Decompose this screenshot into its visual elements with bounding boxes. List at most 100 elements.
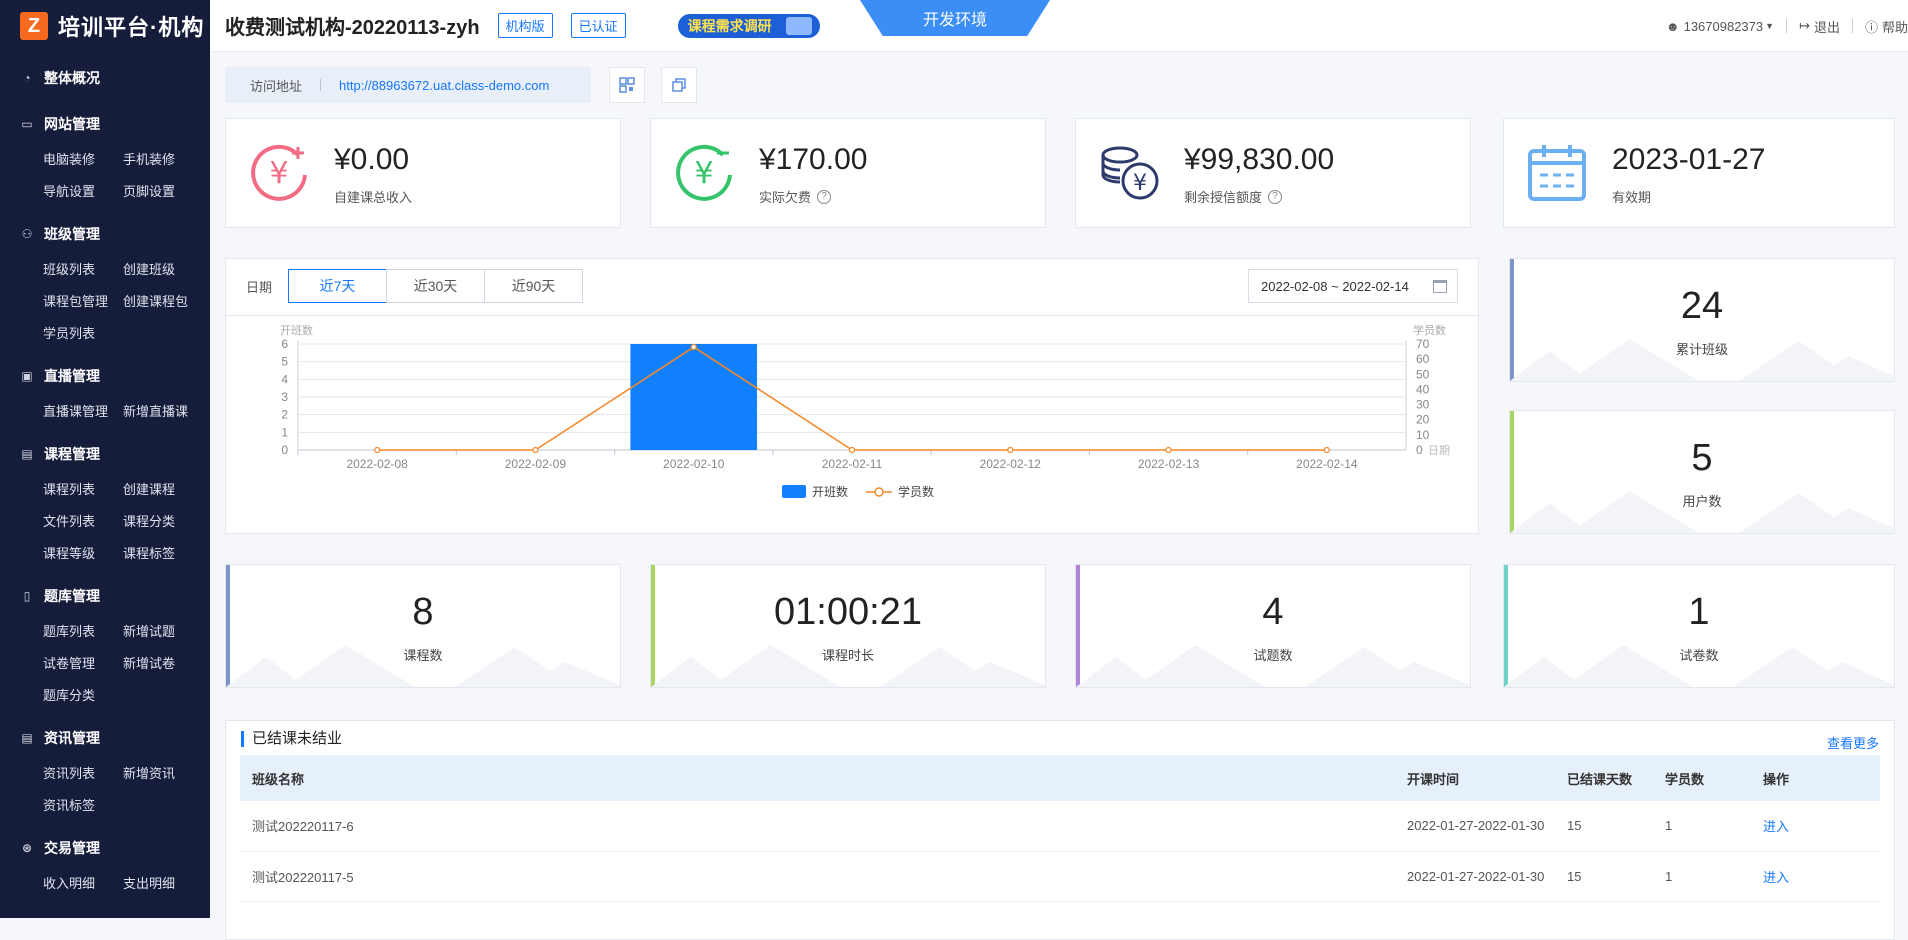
menu-group-title[interactable]: ▯ 题库管理: [0, 576, 210, 616]
sidebar-item[interactable]: 新增试题: [123, 616, 203, 648]
user-count-label: 用户数: [1682, 494, 1722, 509]
calendar-icon: [1433, 280, 1447, 293]
menu-group-label: 直播管理: [44, 368, 100, 384]
column-header: 开课时间: [1395, 755, 1555, 801]
sidebar: Z 培训平台·机构 ◔ 整体概况 ▭ 网站管理 电脑装修 手机装修 导航设置 页脚设置 ⚇ 班级管…: [0, 0, 210, 918]
user-account[interactable]: 13670982373: [1684, 19, 1764, 34]
income-label: 自建课总收入: [334, 190, 413, 205]
y-tick-label: 4: [281, 372, 288, 386]
line-point: [532, 446, 539, 454]
menu-group-title[interactable]: ▤ 资讯管理: [0, 718, 210, 758]
access-label: 访问地址: [250, 78, 303, 94]
expiry-label: 有效期: [1612, 190, 1652, 205]
sidebar-item[interactable]: 直播课管理: [43, 396, 123, 428]
help-circle-icon[interactable]: ?: [1268, 189, 1283, 204]
menu-group: ⊛ 交易管理 收入明细 支出明细: [0, 828, 210, 900]
help-circle-icon[interactable]: ?: [817, 189, 832, 204]
org-title: 收费测试机构-20220113-zyh: [225, 17, 480, 39]
course-count-value: 8: [412, 591, 434, 633]
y2-tick-label: 70: [1416, 337, 1430, 351]
sidebar-item[interactable]: 课程列表: [43, 474, 123, 506]
arrears-label: 实际欠费: [759, 190, 812, 205]
menu-group-label: 网站管理: [44, 116, 100, 132]
copy-icon: [672, 78, 686, 92]
income-amount: ¥0.00: [334, 143, 410, 176]
range-90-days[interactable]: 近90天: [484, 269, 583, 303]
sidebar-item[interactable]: 收入明细: [43, 868, 123, 900]
help-link[interactable]: 帮助: [1882, 17, 1908, 36]
sidebar-item[interactable]: 班级列表: [43, 254, 123, 286]
range-7-days[interactable]: 近7天: [288, 269, 387, 303]
sidebar-item[interactable]: 创建课程包: [123, 286, 203, 318]
date-range-picker[interactable]: 2022-02-08 ~ 2022-02-14: [1248, 269, 1458, 303]
class-count-card: 24 累计班级: [1509, 258, 1895, 382]
y2-tick-label: 30: [1416, 398, 1430, 412]
logo[interactable]: Z 培训平台·机构: [0, 0, 210, 52]
sidebar-item[interactable]: 资讯列表: [43, 758, 123, 790]
arrears-amount: ¥170.00: [759, 143, 868, 176]
income-yuan-icon: ¥: [251, 144, 307, 201]
survey-banner[interactable]: 课程需求调研: [677, 13, 820, 38]
legend-label: 学员数: [898, 484, 934, 499]
y2-tick-label: 50: [1416, 367, 1430, 381]
sidebar-item[interactable]: 创建课程: [123, 474, 203, 506]
sidebar-item[interactable]: 课程等级: [43, 538, 123, 570]
menu-group-title[interactable]: ▤ 课程管理: [0, 434, 210, 474]
chevron-down-icon[interactable]: ▼: [1765, 21, 1774, 31]
live-icon: ▣: [21, 369, 33, 383]
table-cell: 15: [1555, 801, 1653, 852]
sidebar-item[interactable]: 创建班级: [123, 254, 203, 286]
menu-group-label: 交易管理: [44, 840, 100, 856]
sidebar-item[interactable]: 电脑装修: [43, 144, 123, 176]
x-axis-title: 日期: [1428, 444, 1450, 457]
menu-group: ▤ 资讯管理 资讯列表 新增资讯 资讯标签: [0, 718, 210, 822]
course-duration-label: 课程时长: [821, 648, 874, 663]
table-cell: 2022-01-27-2022-01-30: [1395, 801, 1555, 852]
sidebar-item[interactable]: 题库分类: [43, 680, 123, 712]
sidebar-item[interactable]: 支出明细: [123, 868, 203, 900]
sidebar-item[interactable]: 课程分类: [123, 506, 203, 538]
menu-group-title[interactable]: ⊛ 交易管理: [0, 828, 210, 868]
menu-group-title[interactable]: ◔ 整体概况: [0, 58, 210, 98]
menu-group-title[interactable]: ▣ 直播管理: [0, 356, 210, 396]
logout-link[interactable]: 退出: [1814, 17, 1840, 36]
menu-group-title[interactable]: ⚇ 班级管理: [0, 214, 210, 254]
range-30-days[interactable]: 近30天: [386, 269, 485, 303]
y-tick-label: 1: [281, 425, 288, 439]
access-url[interactable]: http://88963672.uat.class-demo.com: [339, 78, 549, 93]
income-card: ¥ ¥0.00 自建课总收入: [225, 118, 621, 228]
credit-label: 剩余授信额度: [1184, 190, 1263, 205]
course-count-label: 课程数: [403, 648, 443, 663]
sidebar-item[interactable]: 资讯标签: [43, 790, 123, 822]
qrcode-button[interactable]: [609, 67, 645, 103]
y-tick-label: 5: [281, 355, 288, 369]
enter-link[interactable]: 进入: [1751, 801, 1880, 852]
book-icon: ▤: [21, 447, 33, 461]
sidebar-item[interactable]: 学员列表: [43, 318, 123, 350]
legend-bar-swatch: [782, 485, 806, 498]
column-header: 班级名称: [240, 755, 1395, 801]
sidebar-item[interactable]: 页脚设置: [123, 176, 203, 208]
sidebar-item[interactable]: 课程标签: [123, 538, 203, 570]
menu-group: ▤ 课程管理 课程列表 创建课程 文件列表 课程分类 课程等级 课程标签: [0, 434, 210, 570]
menu-group-title[interactable]: ▭ 网站管理: [0, 104, 210, 144]
copy-button[interactable]: [661, 67, 697, 103]
class-count-value: 24: [1680, 285, 1724, 327]
view-more-link[interactable]: 查看更多: [1827, 733, 1879, 752]
sidebar-item[interactable]: 文件列表: [43, 506, 123, 538]
sidebar-item[interactable]: 试卷管理: [43, 648, 123, 680]
sidebar-item[interactable]: 题库列表: [43, 616, 123, 648]
line-point: [1165, 446, 1172, 454]
line-point: [1323, 446, 1330, 454]
y2-tick-label: 60: [1416, 352, 1430, 366]
course-count-card: 8 课程数: [225, 564, 621, 688]
course-duration-value: 01:00:21: [774, 591, 922, 633]
logout-icon: ↦: [1799, 18, 1810, 33]
sidebar-item[interactable]: 新增资讯: [123, 758, 203, 790]
sidebar-item[interactable]: 导航设置: [43, 176, 123, 208]
sidebar-item[interactable]: 新增试卷: [123, 648, 203, 680]
sidebar-item[interactable]: 新增直播课: [123, 396, 203, 428]
sidebar-item[interactable]: 手机装修: [123, 144, 203, 176]
enter-link[interactable]: 进入: [1751, 851, 1880, 902]
sidebar-item[interactable]: 课程包管理: [43, 286, 123, 318]
